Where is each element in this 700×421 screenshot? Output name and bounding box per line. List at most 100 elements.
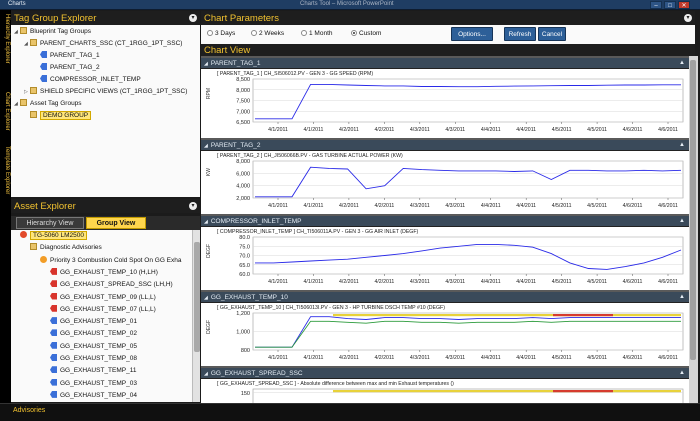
x-tick-label: 4/6/2011: [623, 355, 643, 361]
tree-item-label: GG_EXHAUST_SPREAD_SSC (LH,H): [60, 281, 173, 289]
tree-item-gg-exhaust-temp-02[interactable]: GG_EXHAUST_TEMP_02: [44, 328, 137, 339]
alarm-band: [553, 314, 613, 317]
tree-item-blueprint-tag-groups[interactable]: ◢ Blueprint Tag Groups: [14, 26, 91, 37]
tree-item-asset-tag-groups[interactable]: ◢ Asset Tag Groups: [14, 98, 82, 109]
chart-section-compressor-inlet-temp: ◢ COMPRESSOR_INLET_TEMP ▲[ COMPRESSOR_INLE…: [201, 216, 689, 290]
tree-item-gg-exhaust-temp-04[interactable]: GG_EXHAUST_TEMP_04: [44, 390, 137, 401]
tag-group-explorer-title: Tag Group Explorer: [14, 13, 97, 24]
asset-explorer-tabs: Hierarchy View Group View: [11, 216, 200, 230]
pin-icon[interactable]: ▾: [684, 14, 692, 22]
tag-group-tree: ◢ Blueprint Tag Groups ◢ PARENT_CHARTS_SSC …: [11, 25, 200, 197]
advisories-tab[interactable]: Advisories: [13, 407, 45, 414]
asset-tree: TG-5060 LM2500 Diagnostic Advisories Prior…: [11, 230, 192, 402]
tree-item-gg-exhaust-temp-05[interactable]: GG_EXHAUST_TEMP_05: [44, 341, 137, 352]
side-tab-hierarchy-explorer[interactable]: Hierarchy Explorer: [1, 14, 10, 64]
asset-icon: [20, 231, 27, 238]
x-tick-label: 4/1/2011: [268, 203, 288, 209]
tree-item-gg-exhaust-temp-11[interactable]: GG_EXHAUST_TEMP_11: [44, 365, 136, 376]
x-tick-label: 4/1/2011: [268, 279, 288, 285]
pin-icon[interactable]: ▾: [189, 14, 197, 22]
x-tick-label: 4/2/2011: [339, 279, 359, 285]
x-tick-label: 4/4/2011: [481, 127, 501, 133]
window-title: Charts: [8, 1, 26, 7]
tag-icon: [50, 390, 57, 398]
chart-svg: 8,000 6,000 4,000 2,000 4/1/2011 4/1/2011 4/2/…: [236, 159, 684, 209]
chart-section-gg-exhaust-spread-ssc: ◢ GG_EXHAUST_SPREAD_SSC ▲[ GG_EXHAUST_SPRE…: [201, 368, 689, 403]
range-custom[interactable]: Custom: [351, 30, 381, 37]
scrollbar-thumb[interactable]: [690, 60, 696, 360]
x-tick-label: 4/3/2011: [410, 355, 430, 361]
range-label: 3 Days: [215, 30, 236, 37]
x-tick-label: 4/4/2011: [516, 279, 536, 285]
x-tick-label: 4/4/2011: [481, 279, 501, 285]
side-tab-chart-explorer[interactable]: Chart Explorer: [1, 92, 10, 131]
close-button[interactable]: ✕: [678, 1, 690, 9]
tree-item-label: TG-5060 LM2500: [30, 231, 87, 240]
folder-icon: [20, 99, 27, 106]
tree-item-gg-exhaust-temp-08[interactable]: GG_EXHAUST_TEMP_08: [44, 353, 137, 364]
chart-view-scrollbar[interactable]: [689, 56, 698, 403]
tree-item-parent-tag-2[interactable]: PARENT_TAG_2: [34, 62, 100, 73]
tree-item-tg-5060-lm2500[interactable]: TG-5060 LM2500: [14, 230, 87, 241]
y-tick-label: 150: [241, 391, 250, 397]
cancel-button[interactable]: Cancel: [538, 27, 566, 41]
x-tick-label: 4/4/2011: [516, 203, 536, 209]
tab-hierarchy-view[interactable]: Hierarchy View: [16, 217, 84, 229]
range-label: Custom: [359, 30, 382, 37]
y-tick-label: 6,500: [236, 120, 250, 126]
tree-item-demo-group[interactable]: DEMO GROUP: [24, 110, 92, 121]
radio-icon: [301, 30, 307, 36]
options-button[interactable]: Options...: [451, 27, 493, 41]
tree-item-label: PARENT_TAG_2: [50, 64, 100, 71]
advisory-band: [333, 314, 681, 317]
window-center-title: Charts Tool – Microsoft PowerPoint: [300, 1, 394, 7]
tree-item-compressor-inlet-temp[interactable]: COMPRESSOR_INLET_TEMP: [34, 74, 141, 85]
tree-item-gg-exhaust-temp-09-ll-l[interactable]: GG_EXHAUST_TEMP_09 (LL,L): [44, 292, 156, 303]
tree-item-gg-exhaust-temp-10-h-lh[interactable]: GG_EXHAUST_TEMP_10 (H,LH): [44, 267, 158, 278]
chart-svg: 150: [241, 388, 684, 403]
asset-explorer-title: Asset Explorer: [14, 201, 76, 212]
tree-item-shield-specific-views-ct-1rgg-1pt-ssc[interactable]: ▷ SHIELD SPECIFIC VIEWS (CT_1RGG_1PT_SSC): [24, 86, 187, 97]
x-tick-label: 4/4/2011: [516, 355, 536, 361]
refresh-button[interactable]: Refresh: [504, 27, 536, 41]
tree-item-gg-exhaust-spread-ssc-lh-h[interactable]: GG_EXHAUST_SPREAD_SSC (LH,H): [44, 279, 173, 290]
tab-group-view[interactable]: Group View: [86, 217, 146, 229]
maximize-button[interactable]: □: [664, 1, 676, 9]
tree-item-label: GG_EXHAUST_TEMP_08: [60, 355, 137, 362]
tree-item-diagnostic-advisories[interactable]: Diagnostic Advisories: [24, 242, 102, 253]
tree-item-gg-exhaust-temp-03[interactable]: GG_EXHAUST_TEMP_03: [44, 378, 137, 389]
y-tick-label: 65.0: [239, 263, 250, 269]
x-tick-label: 4/5/2011: [587, 127, 607, 133]
scrollbar-thumb[interactable]: [194, 242, 200, 352]
x-tick-label: 4/2/2011: [374, 355, 394, 361]
y-tick-label: 1,000: [236, 330, 250, 336]
x-tick-label: 4/1/2011: [304, 127, 324, 133]
y-tick-label: 8,000: [236, 159, 250, 165]
tree-item-label: GG_EXHAUST_TEMP_05: [60, 342, 137, 350]
chart-svg: 1,200 1,000 800 4/1/2011 4/1/2011 4/2/2011 4/2…: [236, 311, 684, 361]
tree-item-label: DEMO GROUP: [40, 111, 92, 120]
tag-icon: [50, 341, 57, 349]
range-3-days[interactable]: 3 Days: [207, 30, 235, 37]
chart-view-title: Chart View: [204, 45, 251, 56]
tree-item-label: GG_EXHAUST_TEMP_11: [60, 367, 137, 375]
tree-item-parent-tag-1[interactable]: PARENT_TAG_1: [34, 50, 100, 61]
chart-parameters-title: Chart Parameters: [204, 13, 279, 24]
x-tick-label: 4/2/2011: [339, 203, 359, 209]
minimize-button[interactable]: –: [650, 1, 662, 9]
range-1-month[interactable]: 1 Month: [301, 30, 333, 37]
tree-item-label: Blueprint Tag Groups: [30, 28, 91, 35]
pin-icon[interactable]: ▾: [189, 202, 197, 210]
tag-icon: [40, 51, 47, 58]
tree-item-label: SHIELD SPECIFIC VIEWS (CT_1RGG_1PT_SSC): [40, 88, 188, 95]
tree-item-parent-charts-ssc-ct-1rgg-1pt-ssc[interactable]: ◢ PARENT_CHARTS_SSC (CT_1RGG_1PT_SSC): [24, 38, 182, 49]
folder-icon: [30, 111, 37, 118]
tree-item-priority-3-combustion-cold-spot-on-gg-exha[interactable]: Priority 3 Combustion Cold Spot On GG Ex…: [34, 255, 182, 266]
tree-item-label: GG_EXHAUST_TEMP_09 (LL,L): [60, 293, 156, 301]
side-tab-template-explorer[interactable]: Template Explorer: [1, 146, 10, 194]
asset-tree-scrollbar[interactable]: [192, 230, 200, 402]
range-label: 1 Month: [309, 30, 333, 37]
tree-item-gg-exhaust-temp-01[interactable]: GG_EXHAUST_TEMP_01: [44, 316, 137, 327]
tree-item-gg-exhaust-temp-07-ll-l[interactable]: GG_EXHAUST_TEMP_07 (LL,L): [44, 304, 156, 315]
range-2-weeks[interactable]: 2 Weeks: [251, 30, 284, 37]
